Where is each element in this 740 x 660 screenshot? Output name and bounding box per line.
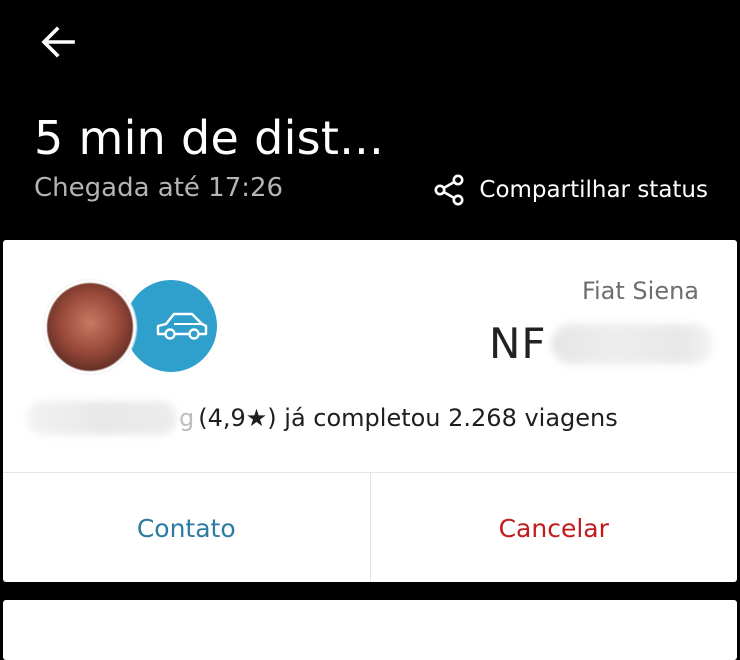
driver-avatar[interactable] <box>44 280 136 374</box>
driver-stats: (4,9★) já completou 2.268 viagens <box>198 404 618 432</box>
driver-vehicle-avatars <box>41 280 221 380</box>
vehicle-avatar <box>125 280 217 372</box>
driver-info: g (4,9★) já completou 2.268 viagens <box>27 396 618 440</box>
share-status-label: Compartilhar status <box>479 177 708 203</box>
driver-name-tail: g <box>179 404 195 432</box>
license-plate-text: NF <box>489 319 547 368</box>
arrival-time: Chegada até 17:26 <box>34 173 284 203</box>
back-button[interactable] <box>36 22 80 62</box>
license-plate-redaction <box>550 324 713 364</box>
next-card <box>3 600 737 660</box>
share-icon <box>434 174 464 206</box>
driver-name-redaction <box>27 401 177 435</box>
contact-button[interactable]: Contato <box>3 473 371 582</box>
trip-actions: Contato Cancelar <box>3 472 737 582</box>
page-title: 5 min de dist... <box>34 111 385 165</box>
license-plate: NF <box>489 316 713 372</box>
car-icon <box>156 312 208 340</box>
share-status-button[interactable]: Compartilhar status <box>433 172 708 208</box>
trip-card: Fiat Siena NF g (4,9★) já completou 2.26… <box>3 240 737 582</box>
cancel-button[interactable]: Cancelar <box>371 473 738 582</box>
arrow-left-icon <box>41 26 75 58</box>
car-model: Fiat Siena <box>581 277 699 305</box>
